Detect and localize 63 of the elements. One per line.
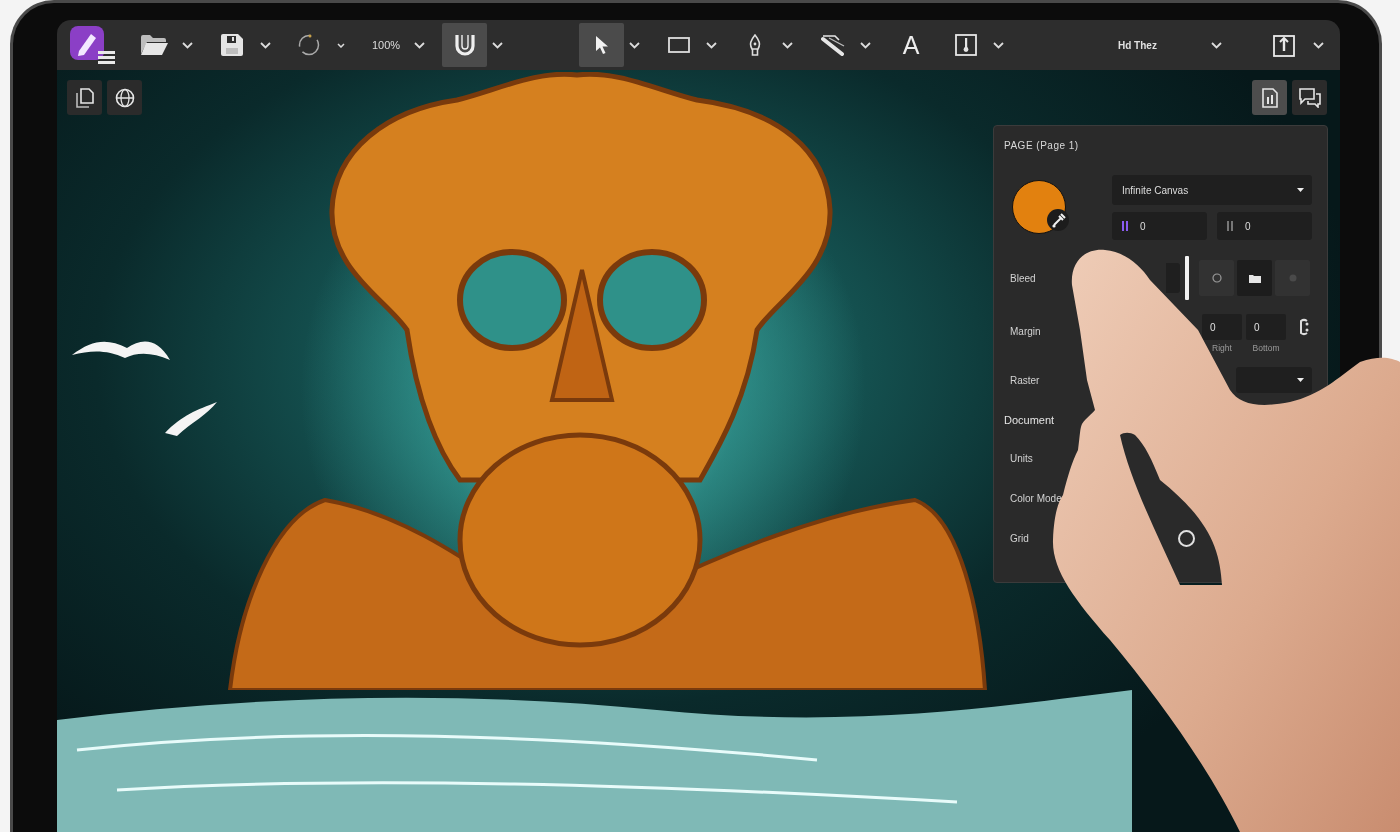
caret-icon[interactable] xyxy=(182,41,193,49)
move-tool-button[interactable] xyxy=(579,23,624,67)
app-logo-icon[interactable] xyxy=(70,26,115,64)
caret-icon[interactable] xyxy=(993,41,1004,49)
persona-dropdown[interactable]: Hd Thez xyxy=(1108,28,1230,62)
radio-button[interactable] xyxy=(1178,529,1195,547)
margin-field[interactable]: 0 xyxy=(1246,314,1286,340)
zoom-level[interactable]: 100% xyxy=(368,39,404,51)
caret-icon[interactable] xyxy=(414,41,425,49)
pages-button[interactable] xyxy=(67,80,102,115)
caret-icon[interactable] xyxy=(1313,41,1324,49)
field-label: Raster xyxy=(1009,374,1040,386)
snapping-button[interactable] xyxy=(442,23,487,67)
canvas-type-dropdown[interactable]: Infinite Canvas xyxy=(1112,175,1312,205)
field-caption: Right xyxy=(1212,343,1232,353)
rectangle-icon xyxy=(668,37,690,53)
seagull-drawing xyxy=(165,400,220,436)
color-swatch[interactable] xyxy=(1012,180,1066,234)
eyedropper-icon[interactable] xyxy=(1047,209,1069,231)
field-caption: Bottom xyxy=(1252,343,1280,353)
field-label: Grid xyxy=(1009,532,1029,544)
link-icon[interactable] xyxy=(1298,318,1310,336)
caret-icon[interactable] xyxy=(782,41,793,49)
caret-icon[interactable] xyxy=(629,41,640,49)
field-label: Margin xyxy=(1009,325,1041,337)
caret-icon[interactable] xyxy=(260,41,271,49)
dot-icon xyxy=(1288,274,1297,282)
section-heading: Document xyxy=(1004,413,1055,428)
globe-icon xyxy=(114,87,135,108)
text-tool-button[interactable]: A xyxy=(894,27,928,63)
document-icon xyxy=(1261,87,1278,108)
globe-button[interactable] xyxy=(107,80,142,115)
bleed-field[interactable] xyxy=(1166,263,1180,293)
chat-tab[interactable] xyxy=(1292,80,1327,115)
folder-icon xyxy=(140,34,168,56)
brush-icon xyxy=(820,34,846,56)
magnet-icon xyxy=(453,33,476,57)
caret-icon[interactable] xyxy=(860,41,871,49)
folder-icon xyxy=(1247,272,1262,284)
caret-icon[interactable] xyxy=(337,42,345,48)
size-field[interactable]: 0 xyxy=(1112,212,1207,240)
field-label: Color Mode xyxy=(1009,492,1062,504)
pages-icon xyxy=(75,87,94,108)
resize-handle[interactable] xyxy=(1185,256,1189,300)
caret-icon xyxy=(1297,378,1304,382)
field-label: Bleed xyxy=(1009,272,1036,284)
caret-icon[interactable] xyxy=(492,41,503,49)
caret-icon xyxy=(1211,41,1222,49)
caret-icon[interactable] xyxy=(706,41,717,49)
chat-icon xyxy=(1298,87,1321,108)
caret-icon xyxy=(1297,188,1304,192)
bleed-option-button[interactable] xyxy=(1237,260,1272,296)
ring-icon xyxy=(1211,273,1222,283)
panel-title: PAGE (Page 1) xyxy=(1004,139,1079,153)
framed-pin-icon xyxy=(955,34,977,56)
size-field[interactable]: 0 xyxy=(1217,212,1312,240)
box-arrow-up-icon xyxy=(1273,33,1295,57)
document-tab[interactable] xyxy=(1252,80,1287,115)
pen-nib-icon xyxy=(748,34,762,56)
margin-field[interactable]: 0 xyxy=(1202,314,1242,340)
pointer-icon xyxy=(594,35,609,55)
broken-circle-icon xyxy=(298,34,320,56)
field-label: Units xyxy=(1009,452,1033,464)
